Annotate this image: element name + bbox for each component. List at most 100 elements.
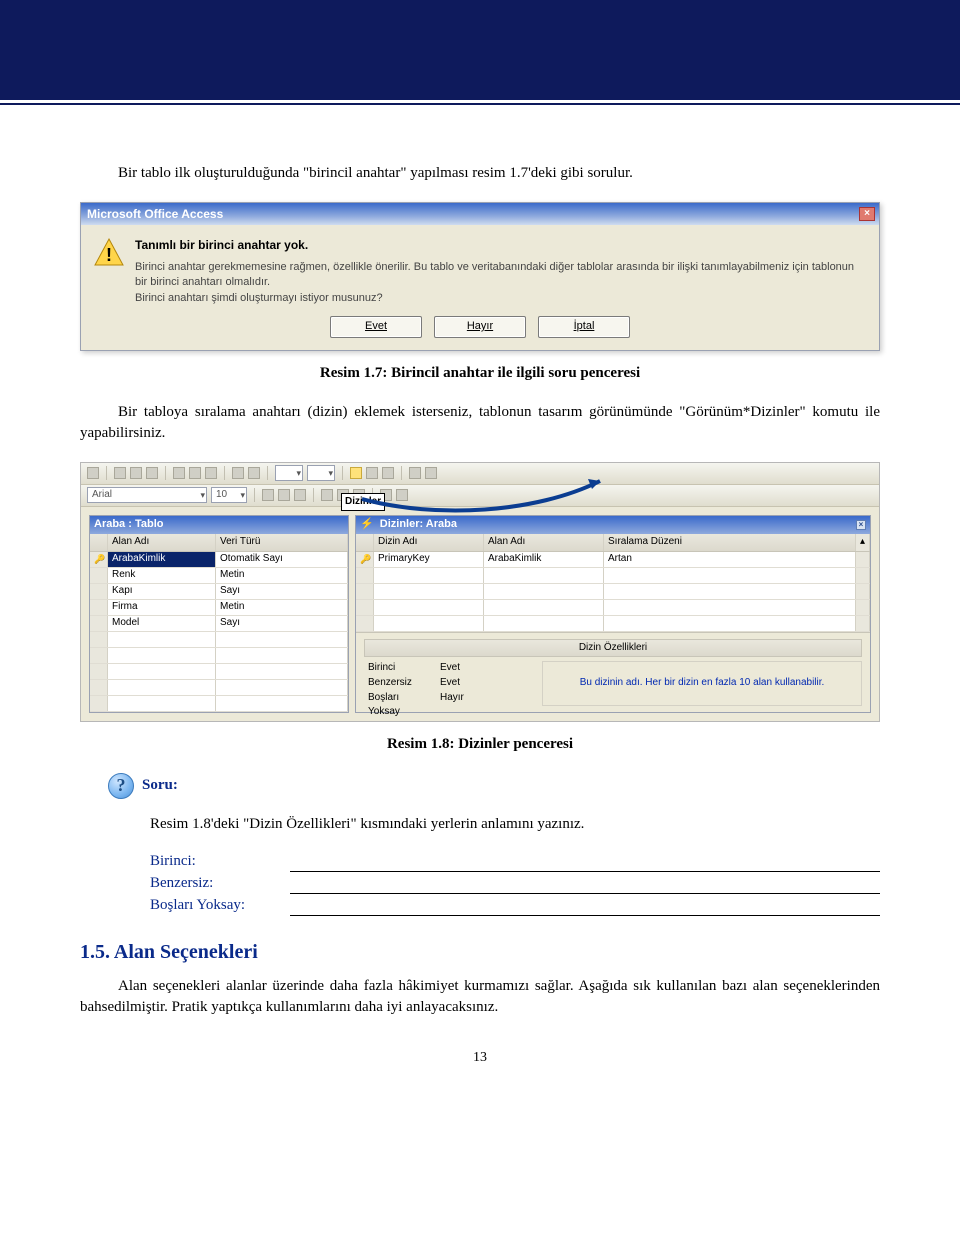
- primary-key-icon: 🔑: [94, 553, 105, 566]
- relations-icon[interactable]: [382, 467, 394, 479]
- no-label: Hayır: [467, 320, 493, 332]
- no-button[interactable]: Hayır: [434, 316, 526, 338]
- form-label-benzersiz: Benzersiz:: [150, 873, 280, 894]
- cancel-label: İptal: [574, 320, 595, 332]
- dialog-titlebar: Microsoft Office Access ×: [81, 203, 879, 225]
- cell: ArabaKimlik: [484, 552, 604, 567]
- header-banner: [0, 0, 960, 100]
- blank-line[interactable]: [290, 878, 880, 894]
- cell: Sayı: [216, 584, 348, 599]
- left-grid-rows: 🔑 ArabaKimlik Otomatik Sayı Renk Metin K…: [90, 552, 348, 712]
- indexes-pane: ⚡ Dizinler: Araba × Dizin Adı Alan Adı S…: [355, 515, 871, 713]
- copy-icon[interactable]: [189, 467, 201, 479]
- col-alan-adi: Alan Adı: [108, 534, 216, 551]
- left-grid-header: Alan Adı Veri Türü: [90, 534, 348, 552]
- c1[interactable]: [275, 465, 303, 481]
- misc-icon[interactable]: [232, 467, 244, 479]
- bold-icon[interactable]: [262, 489, 274, 501]
- table-row[interactable]: [90, 696, 348, 712]
- close-icon[interactable]: ×: [859, 207, 875, 221]
- dialog-text: Tanımlı bir birinci anahtar yok. Birinci…: [135, 237, 867, 306]
- toolbar-row-1: [81, 463, 879, 485]
- save-icon[interactable]: [114, 467, 126, 479]
- cell: Kapı: [108, 584, 216, 599]
- table-row[interactable]: [90, 632, 348, 648]
- table-row[interactable]: [356, 600, 870, 616]
- underline-icon[interactable]: [294, 489, 306, 501]
- table-row[interactable]: [90, 680, 348, 696]
- cell: Renk: [108, 568, 216, 583]
- props-hint: Bu dizinin adı. Her bir dizin en fazla 1…: [542, 661, 862, 706]
- indexes-icon[interactable]: [350, 467, 362, 479]
- prop-val: Evet: [436, 661, 534, 676]
- c2[interactable]: [307, 465, 335, 481]
- table-row[interactable]: Renk Metin: [90, 568, 348, 584]
- key-icon[interactable]: [366, 467, 378, 479]
- table-design-pane: Araba : Tablo Alan Adı Veri Türü 🔑 Araba…: [89, 515, 349, 713]
- table-row[interactable]: [356, 616, 870, 632]
- col-siralama: Sıralama Düzeni: [604, 534, 856, 551]
- italic-icon[interactable]: [278, 489, 290, 501]
- cut-icon[interactable]: [173, 467, 185, 479]
- help-icon[interactable]: [425, 467, 437, 479]
- dialog-body-text: Birinci anahtar gerekmemesine rağmen, öz…: [135, 260, 867, 306]
- table-row[interactable]: [90, 648, 348, 664]
- caption-1-7: Resim 1.7: Birincil anahtar ile ilgili s…: [80, 363, 880, 384]
- col-alan-adi: Alan Adı: [484, 534, 604, 551]
- table-row[interactable]: [356, 568, 870, 584]
- cell: Firma: [108, 600, 216, 615]
- figure-1-7: Microsoft Office Access × ! Tanımlı bir …: [80, 202, 880, 384]
- undo-icon[interactable]: [146, 467, 158, 479]
- dialog-headline: Tanımlı bir birinci anahtar yok.: [135, 237, 867, 254]
- lightning-icon: ⚡: [360, 518, 374, 530]
- table-row[interactable]: 🔑 ArabaKimlik Otomatik Sayı: [90, 552, 348, 568]
- misc-icon[interactable]: [248, 467, 260, 479]
- color-icon[interactable]: [396, 489, 408, 501]
- toolbar-row-2: Arial 10: [81, 485, 879, 507]
- right-grid-rows: 🔑 PrimaryKey ArabaKimlik Artan: [356, 552, 870, 632]
- question-icon: ?: [108, 773, 134, 799]
- col-veri-turu: Veri Türü: [216, 534, 348, 551]
- scroll-up-icon[interactable]: ▴: [856, 534, 870, 551]
- paste-icon[interactable]: [205, 467, 217, 479]
- font-size-select[interactable]: 10: [211, 487, 247, 503]
- table-row[interactable]: [90, 664, 348, 680]
- font-name-select[interactable]: Arial: [87, 487, 207, 503]
- tool-icon[interactable]: [87, 467, 99, 479]
- form-label-birinci: Birinci:: [150, 851, 280, 872]
- prop-val: Hayır: [436, 691, 534, 719]
- soru-text: Resim 1.8'deki "Dizin Özellikleri" kısmı…: [150, 814, 880, 835]
- table-row[interactable]: 🔑 PrimaryKey ArabaKimlik Artan: [356, 552, 870, 568]
- props-kv: BirinciEvet BenzersizEvet Boşları Yoksay…: [364, 661, 534, 706]
- access-dialog: Microsoft Office Access × ! Tanımlı bir …: [80, 202, 880, 351]
- pane-header-right: ⚡ Dizinler: Araba ×: [356, 516, 870, 534]
- cell: ArabaKimlik: [108, 552, 216, 567]
- pane-header-left: Araba : Tablo: [90, 516, 348, 534]
- blank-line[interactable]: [290, 900, 880, 916]
- yes-button[interactable]: Evet: [330, 316, 422, 338]
- table-row[interactable]: [356, 584, 870, 600]
- index-properties: Dizin Özellikleri BirinciEvet BenzersizE…: [356, 632, 870, 712]
- paragraph-2: Bir tabloya sıralama anahtarı (dizin) ek…: [80, 402, 880, 444]
- props-title: Dizin Özellikleri: [364, 639, 862, 657]
- dialog-title: Microsoft Office Access: [87, 206, 223, 223]
- page-number: 13: [80, 1048, 880, 1068]
- print-icon[interactable]: [130, 467, 142, 479]
- caption-1-8: Resim 1.8: Dizinler penceresi: [80, 734, 880, 755]
- new-icon[interactable]: [409, 467, 421, 479]
- close-icon[interactable]: ×: [856, 520, 866, 530]
- prop-val: Evet: [436, 676, 534, 691]
- soru-label: Soru:: [142, 775, 178, 796]
- font-name: Arial: [92, 488, 112, 502]
- table-row[interactable]: Firma Metin: [90, 600, 348, 616]
- cell: Sayı: [216, 616, 348, 631]
- table-row[interactable]: Model Sayı: [90, 616, 348, 632]
- yes-label: Evet: [365, 320, 387, 332]
- cancel-button[interactable]: İptal: [538, 316, 630, 338]
- font-size: 10: [216, 488, 227, 502]
- align-icon[interactable]: [321, 489, 333, 501]
- right-grid-header: Dizin Adı Alan Adı Sıralama Düzeni ▴: [356, 534, 870, 552]
- cell: PrimaryKey: [374, 552, 484, 567]
- blank-line[interactable]: [290, 856, 880, 872]
- table-row[interactable]: Kapı Sayı: [90, 584, 348, 600]
